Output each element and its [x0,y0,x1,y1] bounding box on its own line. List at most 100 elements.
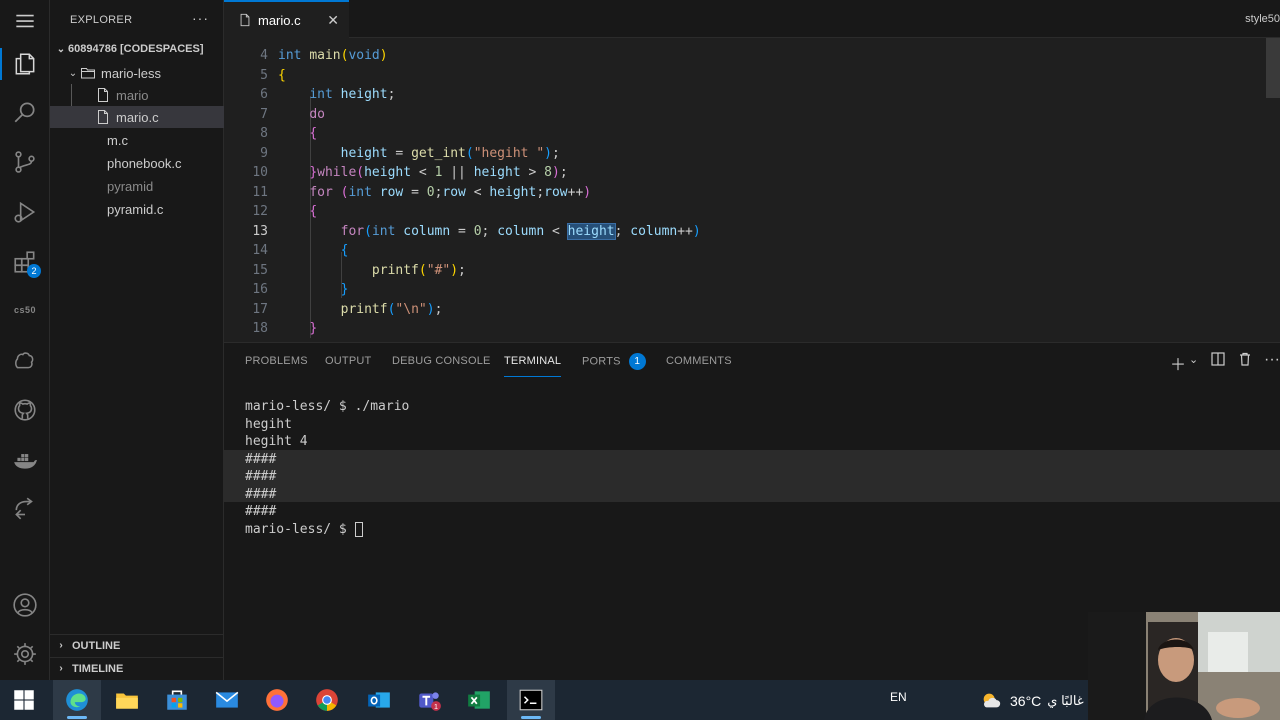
account-icon[interactable] [0,585,50,625]
terminal-output[interactable]: mario-less/ $ ./mario hegiht hegiht 4 ##… [245,398,409,538]
cs50-icon[interactable]: cs50 [0,290,50,330]
teams-icon[interactable]: 1 [405,680,453,720]
code-editor[interactable]: 4 int main(void) 5 { 6 int height; 7 do … [224,38,1280,342]
tab-debug-console[interactable]: DEBUG CONSOLE [392,355,491,377]
editor-tabs: mario.c ✕ style50 [224,0,1280,38]
weather-icon [983,693,1001,708]
run-debug-icon[interactable] [0,192,50,232]
chevron-right-icon: › [59,640,63,651]
file-pyramid-c[interactable]: pyramid.c [50,198,224,220]
remote-icon[interactable] [0,488,50,528]
edge-icon[interactable] [53,680,101,720]
code-text: { [278,67,286,83]
tab-ports[interactable]: PORTS 1 [582,353,646,375]
editor-scrollbar[interactable] [1266,38,1280,98]
code-text: }while(height < 1 || height > 8); [309,165,568,181]
line-number: 9 [260,145,268,161]
file-label: phonebook.c [107,155,182,171]
more-actions-icon[interactable]: ··· [192,10,209,26]
line-number: 6 [260,87,268,103]
settings-icon[interactable] [0,634,50,674]
code-line: 4 int main(void) [224,46,1224,66]
code-text: int main(void) [278,48,388,64]
github-icon[interactable] [0,390,50,430]
explorer-sidebar: EXPLORER ··· ⌄ 60894786 [CODESPACES] ⌄ m… [50,0,224,680]
code-text: } [309,321,318,337]
folder-open-icon [80,65,96,81]
file-icon [95,87,111,103]
terminal-line: hegiht 4 [245,434,308,449]
terminal-line: mario-less/ $ ./mario [245,399,410,414]
menu-icon[interactable] [0,0,50,42]
code-line: 8 { [224,124,1224,144]
code-text: { [340,243,349,259]
file-label: m.c [107,132,128,148]
weather-widget[interactable]: 36°C غالبًا ي [980,690,1084,712]
folder-label: mario-less [101,65,161,81]
code-text: printf("#"); [371,262,466,278]
explorer-icon[interactable] [0,44,50,84]
tab-comments[interactable]: COMMENTS [666,355,732,377]
source-control-icon[interactable] [0,142,50,182]
workspace-root-label: 60894786 [CODESPACES] [68,43,204,55]
extensions-icon[interactable]: 2 [0,242,50,282]
tab-problems[interactable]: PROBLEMS [245,355,308,377]
file-mario-c[interactable]: mario.c [50,106,224,128]
file-mario[interactable]: mario [50,84,224,106]
file-explorer-icon[interactable] [103,680,151,720]
webcam-image [1088,612,1280,720]
code-line: 18 } [224,319,1224,339]
line-number: 12 [252,204,268,220]
file-phonebook-c[interactable]: phonebook.c [50,152,224,174]
style50-label[interactable]: style50 [1245,13,1280,25]
outlook-icon[interactable] [355,680,403,720]
store-icon[interactable] [153,680,201,720]
new-terminal-icon[interactable]: ＋ [1170,351,1186,375]
line-number: 4 [260,48,268,64]
workspace-root[interactable]: ⌄ 60894786 [CODESPACES] [50,38,224,60]
timeline-section[interactable]: › TIMELINE [50,657,224,679]
ports-badge: 1 [628,353,646,370]
terminal-prompt-line: mario-less/ $ [245,521,409,539]
line-number: 10 [252,165,268,181]
chevron-down-icon[interactable]: ⌄ [1189,353,1198,366]
brain-icon[interactable] [0,340,50,380]
code-line: 12 { [224,202,1224,222]
more-actions-icon[interactable]: ··· [1264,351,1280,369]
folder-mario-less[interactable]: ⌄ mario-less [50,62,224,84]
explorer-title: EXPLORER [70,14,133,26]
chevron-right-icon: › [59,663,63,674]
code-line: 7 do [224,105,1224,125]
mail-icon[interactable] [203,680,251,720]
terminal-line: #### [245,486,277,502]
docker-icon[interactable] [0,440,50,480]
split-terminal-icon[interactable] [1210,351,1226,372]
file-pyramid[interactable]: pyramid [50,175,224,197]
chrome-icon[interactable] [303,680,351,720]
windows-start-icon[interactable] [0,680,48,720]
temperature-label: 36°C [1010,693,1042,709]
tab-mario-c[interactable]: mario.c ✕ [224,0,349,38]
excel-icon[interactable] [455,680,503,720]
tab-output[interactable]: OUTPUT [325,355,371,377]
trash-icon[interactable] [1237,351,1253,372]
code-text: } [340,282,349,298]
line-number: 18 [252,321,268,337]
line-number: 13 [252,223,268,239]
language-indicator[interactable]: EN [890,690,907,704]
file-m-c[interactable]: m.c [50,129,224,151]
search-icon[interactable] [0,92,50,132]
line-number: 11 [252,184,268,200]
line-number: 5 [260,67,268,83]
outline-label: OUTLINE [72,639,121,652]
vscode-terminal-icon[interactable] [507,680,555,720]
code-text: { [309,204,318,220]
outline-section[interactable]: › OUTLINE [50,634,224,656]
code-line: 10 }while(height < 1 || height > 8); [224,163,1224,183]
firefox-icon[interactable] [253,680,301,720]
tab-terminal[interactable]: TERMINAL [504,355,562,377]
code-text: { [309,126,318,142]
close-icon[interactable]: ✕ [327,12,339,29]
line-number: 8 [260,126,268,142]
activity-bar: 2 cs50 [0,0,50,680]
